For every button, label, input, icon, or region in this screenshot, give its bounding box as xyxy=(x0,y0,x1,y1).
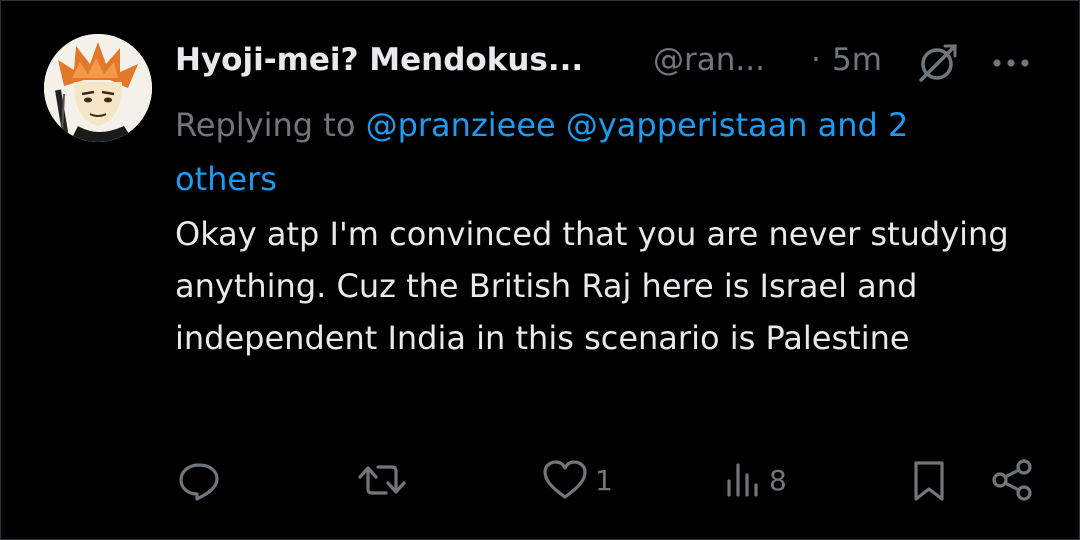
separator-dot: · xyxy=(811,42,821,78)
like-button[interactable]: 1 xyxy=(541,452,613,508)
reply-button[interactable] xyxy=(176,452,222,508)
views-button[interactable]: 8 xyxy=(723,452,787,508)
grok-icon[interactable] xyxy=(915,42,961,84)
bookmark-icon xyxy=(908,457,950,503)
tweet-text: Okay atp I'm convinced that you are neve… xyxy=(175,215,1009,357)
heart-icon xyxy=(541,457,589,503)
views-count: 8 xyxy=(769,463,787,497)
share-icon xyxy=(988,457,1036,503)
retweet-icon xyxy=(356,457,408,503)
bookmark-button[interactable] xyxy=(908,452,950,508)
reply-icon xyxy=(176,457,222,503)
views-icon xyxy=(723,457,763,503)
avatar[interactable] xyxy=(44,34,152,142)
reply-context: Replying to @pranzieee @yapperistaan and… xyxy=(175,98,1015,206)
action-bar: 1 8 xyxy=(0,452,1080,508)
tweet-header: Hyoji-mei? Mendokus... @ran... · 5m xyxy=(175,40,1045,86)
more-icon[interactable] xyxy=(989,48,1033,78)
like-count: 1 xyxy=(595,463,613,497)
share-button[interactable] xyxy=(988,452,1036,508)
display-name[interactable]: Hyoji-mei? Mendokus... xyxy=(175,42,583,78)
timestamp[interactable]: 5m xyxy=(832,42,882,78)
reply-prefix: Replying to xyxy=(175,106,356,144)
user-handle[interactable]: @ran... xyxy=(653,42,765,78)
retweet-button[interactable] xyxy=(356,452,408,508)
